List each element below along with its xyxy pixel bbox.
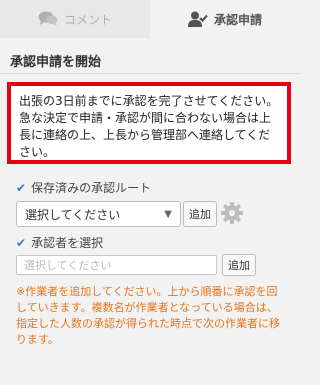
tab-bar: コメント 承認申請 bbox=[0, 0, 300, 38]
approver-label: 承認者を選択 bbox=[31, 236, 104, 250]
check-icon: ✔ bbox=[16, 180, 27, 195]
approver-input[interactable]: 選択してください bbox=[16, 255, 217, 275]
tab-comment-label: コメント bbox=[63, 12, 112, 27]
hint-text: ※作業者を追加してください。上から順番に承認を回していきます。複数名が作業者とな… bbox=[16, 285, 280, 346]
add-route-button[interactable]: 追加 bbox=[183, 201, 217, 227]
tab-comment[interactable]: コメント bbox=[0, 0, 150, 38]
tab-approval-label: 承認申請 bbox=[213, 12, 262, 27]
saved-route-label: 保存済みの承認ルート bbox=[31, 181, 152, 195]
saved-route-label-row: ✔ 保存済みの承認ルート bbox=[16, 179, 151, 196]
add-approver-button[interactable]: 追加 bbox=[222, 254, 256, 276]
saved-route-select-value: 選択してください bbox=[25, 207, 121, 222]
user-check-icon bbox=[187, 11, 208, 27]
approver-label-row: ✔ 承認者を選択 bbox=[16, 234, 103, 251]
tab-approval[interactable]: 承認申請 bbox=[150, 0, 300, 38]
section-title: 承認申請を開始 bbox=[10, 55, 102, 70]
gear-icon[interactable] bbox=[220, 201, 244, 225]
notice-box: 出張の3日前までに承認を完了させてください。急な決定で申請・承認が間に合わない場… bbox=[7, 82, 291, 164]
chevron-down-icon: ▼ bbox=[164, 208, 172, 220]
check-icon: ✔ bbox=[16, 235, 27, 250]
speech-bubbles-icon bbox=[38, 11, 58, 27]
divider bbox=[0, 73, 300, 74]
saved-route-select[interactable]: 選択してください ▼ bbox=[16, 201, 181, 227]
approval-panel: 承認申請を開始 出張の3日前までに承認を完了させてください。急な決定で申請・承認… bbox=[0, 38, 300, 385]
